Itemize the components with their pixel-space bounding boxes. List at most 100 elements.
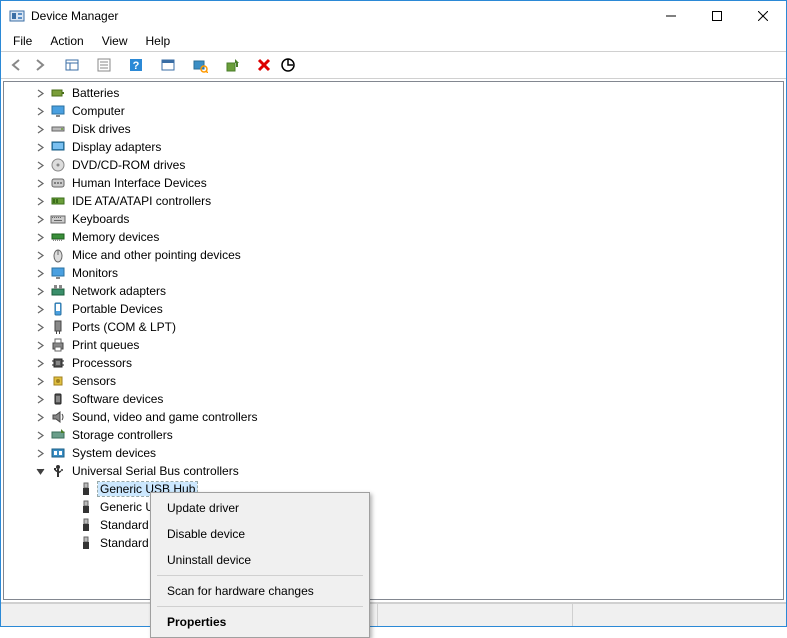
tree-device[interactable]: Standard [4,516,783,534]
ctx-disable-device[interactable]: Disable device [153,521,367,547]
chevron-right-icon[interactable] [32,211,48,227]
disable-device-button[interactable] [277,54,299,76]
tree-category[interactable]: Display adapters [4,138,783,156]
show-hide-console-button[interactable] [61,54,83,76]
chevron-right-icon[interactable] [32,193,48,209]
title-bar: Device Manager [1,1,786,31]
network-icon [50,283,66,299]
tree-category[interactable]: Computer [4,102,783,120]
tree-container: Batteries Computer Disk drives Display adap… [1,79,786,603]
tree-category-label: Ports (COM & LPT) [70,320,178,334]
tree-category[interactable]: Ports (COM & LPT) [4,318,783,336]
tree-category[interactable]: Sound, video and game controllers [4,408,783,426]
ctx-properties[interactable]: Properties [153,609,367,635]
tree-category[interactable]: Storage controllers [4,426,783,444]
action-pane-button[interactable] [157,54,179,76]
chevron-right-icon[interactable] [32,229,48,245]
ctx-scan-hardware[interactable]: Scan for hardware changes [153,578,367,604]
tree-category[interactable]: Print queues [4,336,783,354]
port-icon [50,319,66,335]
tree-category-label: Print queues [70,338,141,352]
tree-category-label: Network adapters [70,284,168,298]
chevron-right-icon[interactable] [32,139,48,155]
ctx-uninstall-device[interactable]: Uninstall device [153,547,367,573]
chevron-right-icon[interactable] [32,283,48,299]
tree-device-label: Generic U [98,500,156,514]
menu-help[interactable]: Help [138,33,179,49]
chevron-right-icon[interactable] [32,391,48,407]
tree-category[interactable]: Software devices [4,390,783,408]
no-expander [60,499,76,515]
tree-category[interactable]: Portable Devices [4,300,783,318]
update-driver-button[interactable] [221,54,243,76]
tree-category[interactable]: Monitors [4,264,783,282]
hid-icon [50,175,66,191]
tree-category[interactable]: IDE ATA/ATAPI controllers [4,192,783,210]
close-button[interactable] [740,1,786,31]
chevron-right-icon[interactable] [32,301,48,317]
tree-category-label: Keyboards [70,212,131,226]
tree-category[interactable]: DVD/CD-ROM drives [4,156,783,174]
uninstall-device-button[interactable] [253,54,275,76]
tree-device-label: Standard [98,518,151,532]
tree-category[interactable]: Human Interface Devices [4,174,783,192]
tree-category[interactable]: Disk drives [4,120,783,138]
chevron-down-icon[interactable] [32,463,48,479]
software-icon [50,391,66,407]
no-expander [60,517,76,533]
menu-view[interactable]: View [94,33,136,49]
tree-category[interactable]: Sensors [4,372,783,390]
keyboard-icon [50,211,66,227]
minimize-button[interactable] [648,1,694,31]
scan-hardware-button[interactable] [189,54,211,76]
help-button[interactable]: ? [125,54,147,76]
chevron-right-icon[interactable] [32,373,48,389]
tree-device[interactable]: Generic U [4,498,783,516]
usb-icon [50,463,66,479]
tree-category-label: Monitors [70,266,120,280]
chevron-right-icon[interactable] [32,337,48,353]
portable-icon [50,301,66,317]
maximize-button[interactable] [694,1,740,31]
window-title: Device Manager [31,9,648,23]
forward-button[interactable] [29,54,51,76]
tree-category[interactable]: Network adapters [4,282,783,300]
printer-icon [50,337,66,353]
chevron-right-icon[interactable] [32,427,48,443]
tree-device[interactable]: Generic USB Hub [4,480,783,498]
cd-icon [50,157,66,173]
tree-category[interactable]: System devices [4,444,783,462]
chevron-right-icon[interactable] [32,121,48,137]
chevron-right-icon[interactable] [32,85,48,101]
no-expander [60,481,76,497]
tree-category-label: Memory devices [70,230,161,244]
chevron-right-icon[interactable] [32,409,48,425]
tree-category[interactable]: Processors [4,354,783,372]
chevron-right-icon[interactable] [32,445,48,461]
tree-category-label: System devices [70,446,158,460]
tree-category[interactable]: Keyboards [4,210,783,228]
tree-category[interactable]: Batteries [4,84,783,102]
chevron-right-icon[interactable] [32,355,48,371]
menu-file[interactable]: File [5,33,40,49]
context-menu: Update driver Disable device Uninstall d… [150,492,370,638]
chevron-right-icon[interactable] [32,103,48,119]
tree-category[interactable]: Mice and other pointing devices [4,246,783,264]
menu-action[interactable]: Action [42,33,91,49]
chevron-right-icon[interactable] [32,175,48,191]
chevron-right-icon[interactable] [32,157,48,173]
tree-category-usb[interactable]: Universal Serial Bus controllers [4,462,783,480]
device-manager-window: Device Manager File Action View Help ? [0,0,787,627]
tree-category[interactable]: Memory devices [4,228,783,246]
ctx-update-driver[interactable]: Update driver [153,495,367,521]
properties-button[interactable] [93,54,115,76]
tree-device[interactable]: Standard [4,534,783,552]
chevron-right-icon[interactable] [32,247,48,263]
tree-category-label: Disk drives [70,122,133,136]
chevron-right-icon[interactable] [32,319,48,335]
sensor-icon [50,373,66,389]
back-button[interactable] [5,54,27,76]
device-tree[interactable]: Batteries Computer Disk drives Display adap… [3,81,784,600]
tree-category-label: Batteries [70,86,121,100]
chevron-right-icon[interactable] [32,265,48,281]
